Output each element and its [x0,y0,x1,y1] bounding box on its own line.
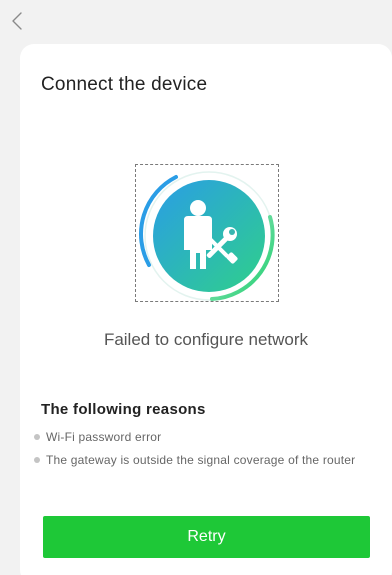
failure-illustration [135,164,279,302]
reasons-list: Wi-Fi password error The gateway is outs… [32,428,382,474]
bullet-dot [34,457,40,463]
screen: Connect the device Failed to configure n… [0,0,392,575]
chevron-left-icon [12,12,22,30]
reason-item: Wi-Fi password error [32,428,382,447]
reason-text: Wi-Fi password error [46,430,162,444]
reason-item: The gateway is outside the signal covera… [32,451,382,470]
failure-status-text: Failed to configure network [103,330,309,349]
bullet-dot [34,434,40,440]
page-title: Connect the device [41,74,208,95]
reason-text: The gateway is outside the signal covera… [46,453,356,467]
retry-button[interactable]: Retry [43,516,370,558]
technician-with-tools-icon [139,171,275,301]
content-card: Connect the device Failed to configure n… [20,44,392,575]
reasons-heading: The following reasons [41,401,206,418]
back-button[interactable] [6,8,28,34]
